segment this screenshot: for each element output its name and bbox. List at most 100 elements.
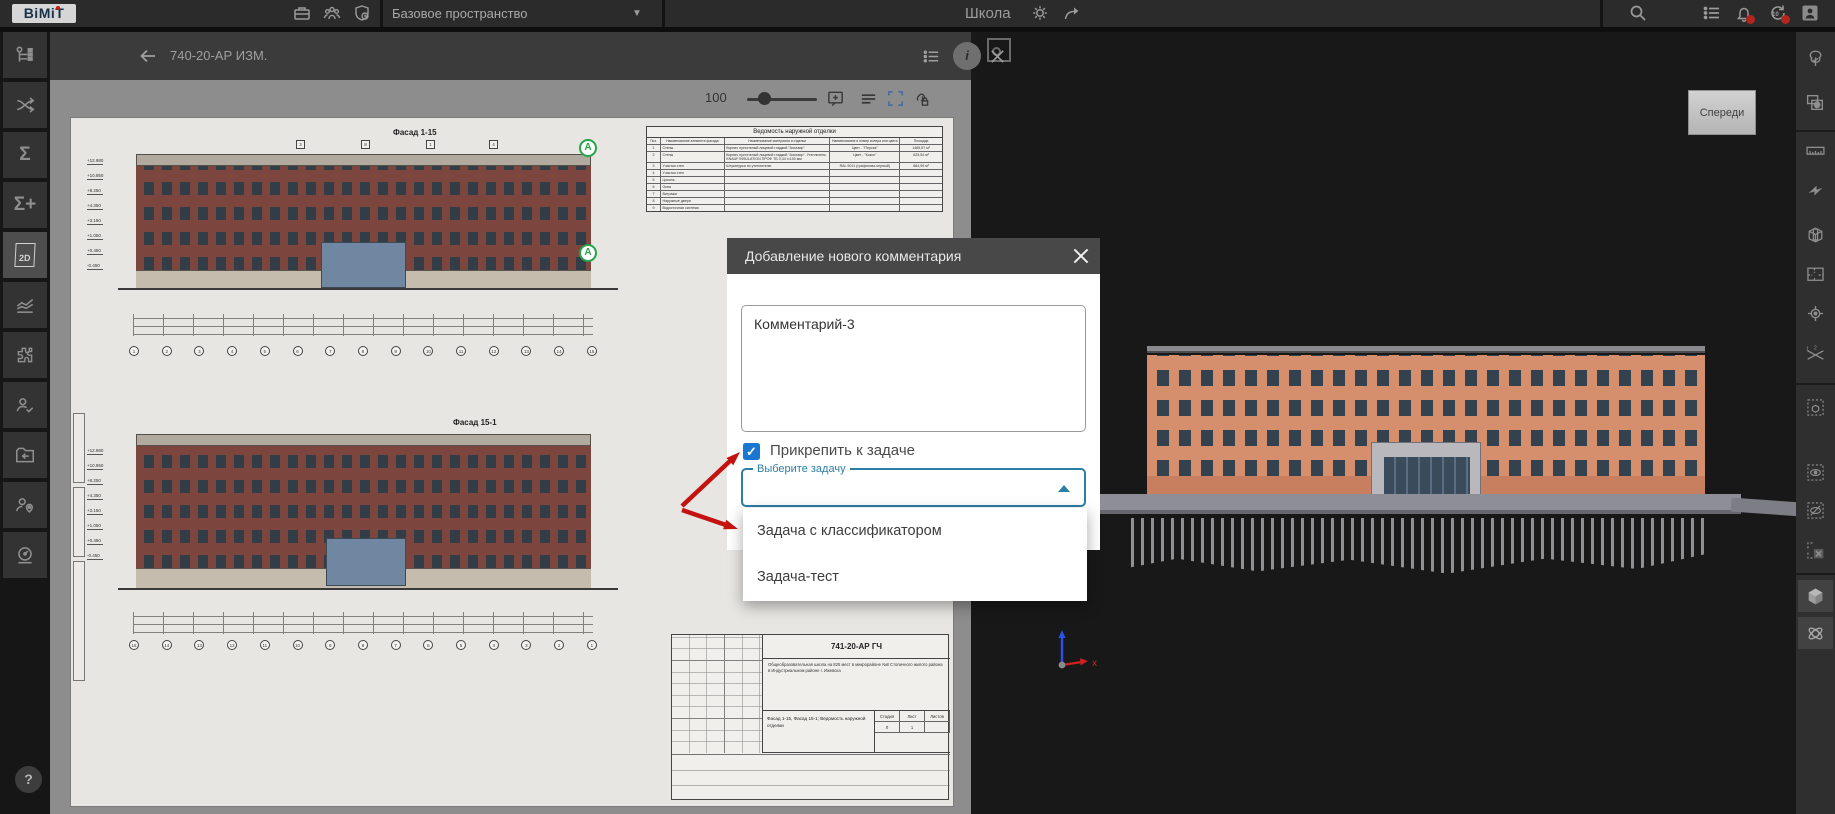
app-root: BiMiT Базовое пространство ▼ Школа xyxy=(0,0,1835,814)
workspace-selector[interactable]: Базовое пространство xyxy=(392,0,528,27)
finish-table-cell: 1 xyxy=(647,145,661,151)
select-frames-icon[interactable] xyxy=(1805,92,1826,113)
navigation-cube[interactable]: Спереди xyxy=(1688,90,1756,135)
orbit-gimbal-button[interactable] xyxy=(1798,617,1833,649)
modal-close-icon[interactable] xyxy=(1070,245,1092,267)
stamp-box xyxy=(73,561,85,681)
finish-table-cell: Кирпич пустотелый лицевой гладкий "Альта… xyxy=(725,145,831,151)
foundation-piles xyxy=(1131,518,1706,576)
cube-view-button[interactable] xyxy=(1798,580,1833,612)
axis-x-label: x xyxy=(1092,658,1097,669)
search-icon[interactable] xyxy=(1628,3,1648,23)
elevation-mark: +12.980 xyxy=(87,448,103,455)
show-box-icon[interactable] xyxy=(1805,462,1826,483)
finish-table-row: 2СтеныКирпич пустотелый лицевой гладкий … xyxy=(647,152,942,163)
share-icon[interactable] xyxy=(1062,3,1082,23)
annotation-marker[interactable]: A xyxy=(579,244,597,262)
sidebar-item-dashboard[interactable] xyxy=(3,532,47,578)
sidebar-item-charts[interactable] xyxy=(3,282,47,328)
section-cube-icon[interactable] xyxy=(1805,224,1826,245)
finish-table-row: 9Водосточная система xyxy=(647,205,942,211)
back-arrow-icon[interactable] xyxy=(138,46,158,66)
sidebar-item-user-location[interactable] xyxy=(3,482,47,528)
history-icon[interactable]: 10 xyxy=(1768,3,1788,23)
grid-bubble: 12 xyxy=(489,346,499,356)
stage-value-cell: Л xyxy=(875,722,900,733)
comment-input[interactable] xyxy=(741,305,1086,432)
axes-grid-icon[interactable]: 12 xyxy=(1805,344,1826,365)
finish-table-cell xyxy=(725,170,831,176)
stage-header-cell: Стадия xyxy=(875,711,900,722)
building-model[interactable] xyxy=(1147,346,1705,498)
ruler-icon[interactable] xyxy=(1805,140,1826,161)
sidebar-item-export-folder[interactable] xyxy=(3,432,47,478)
account-icon[interactable] xyxy=(1800,3,1820,23)
tree-3d-icon[interactable] xyxy=(1805,48,1826,69)
chevron-down-icon[interactable]: ▼ xyxy=(632,0,642,27)
app-logo[interactable]: BiMiT xyxy=(12,4,76,23)
2d-doc-icon: 2D xyxy=(14,243,35,267)
floorplan-icon[interactable] xyxy=(1805,264,1826,285)
finish-table-col: Поз. xyxy=(647,138,661,144)
grid-bubbles-bottom: 151413121110987654321 xyxy=(129,640,597,650)
dropdown-option-classifier[interactable]: Задача с классификатором xyxy=(743,508,1087,554)
comment-add-icon[interactable] xyxy=(826,89,845,108)
fit-screen-icon[interactable] xyxy=(886,89,905,108)
sidebar-item-sum[interactable]: Σ xyxy=(3,132,47,178)
finish-table-cell xyxy=(725,184,831,190)
elevation-mark: +0.450 xyxy=(87,248,103,255)
close-icon[interactable] xyxy=(988,47,1007,66)
shield-check-icon[interactable] xyxy=(352,3,372,23)
align-lines-icon[interactable] xyxy=(859,89,878,108)
grid-bubble: 3 xyxy=(194,346,204,356)
sidebar-item-plugins[interactable] xyxy=(3,332,47,378)
task-select[interactable]: Выберите задачу xyxy=(741,468,1086,507)
bell-icon[interactable] xyxy=(1734,3,1754,23)
topbar-divider xyxy=(380,0,383,27)
list-icon[interactable] xyxy=(1702,3,1722,23)
briefcase-icon[interactable] xyxy=(292,3,312,23)
clear-box-icon[interactable] xyxy=(1805,540,1826,561)
sidebar-item-sum-add[interactable]: Σ+ xyxy=(3,182,47,228)
stage-value-row: Л1 xyxy=(875,722,950,733)
titleblock-caption: Фасад 1-15, Фасад 15-1; Ведомость наружн… xyxy=(762,711,874,753)
finish-table-cell: 7 xyxy=(647,191,661,197)
sidebar-item-model-tree[interactable] xyxy=(3,32,47,78)
sidebar-item-user-tasks[interactable] xyxy=(3,382,47,428)
sigma-plus-icon: Σ+ xyxy=(14,194,37,216)
hide-box-icon[interactable] xyxy=(1805,500,1826,521)
ghost-cube-icon[interactable] xyxy=(1805,397,1826,418)
bulleted-list-icon[interactable] xyxy=(922,47,941,66)
grid-bubble: 9 xyxy=(325,640,335,650)
svg-text:1: 1 xyxy=(1806,346,1809,352)
modal-title: Добавление нового комментария xyxy=(745,248,961,264)
help-button[interactable]: ? xyxy=(15,766,42,793)
flip-icon[interactable] xyxy=(1805,180,1826,201)
elevation-mark: +0.450 xyxy=(87,538,103,545)
info-icon[interactable]: i xyxy=(953,42,981,70)
elevation-marks: +12.980+10.950+8.250+4.350+3.150+1.050+0… xyxy=(87,158,103,270)
locate-icon[interactable] xyxy=(1805,303,1826,324)
finish-table-row: 5Цоколь xyxy=(647,177,942,184)
titleblock-revision-grid xyxy=(672,635,762,753)
attach-checkbox[interactable]: ✓ xyxy=(743,443,760,460)
sidebar-item-2d-docs[interactable]: 2D xyxy=(3,232,47,278)
dropdown-option-test[interactable]: Задача-тест xyxy=(743,554,1087,600)
zoom-slider-knob[interactable] xyxy=(758,92,771,105)
finish-table-cell xyxy=(725,205,831,211)
team-icon[interactable] xyxy=(322,3,342,23)
chevron-up-icon[interactable] xyxy=(1058,485,1070,492)
attach-checkbox-label[interactable]: Прикрепить к задаче xyxy=(770,442,915,459)
grid-bubble: 3 xyxy=(521,640,531,650)
link-lock-icon[interactable] xyxy=(911,89,930,108)
gear-icon[interactable] xyxy=(1030,3,1050,23)
elevation-mark: -0.450 xyxy=(87,553,103,560)
finish-table-row: 6Окна xyxy=(647,184,942,191)
grid-bubble: 12 xyxy=(227,640,237,650)
sidebar-item-clash-check[interactable] xyxy=(3,82,47,128)
finish-table-cell xyxy=(830,205,900,211)
building-entrance xyxy=(1371,442,1481,498)
facade-entrance xyxy=(321,242,406,288)
sigma-icon: Σ xyxy=(19,144,30,166)
annotation-marker[interactable]: A xyxy=(579,139,597,157)
